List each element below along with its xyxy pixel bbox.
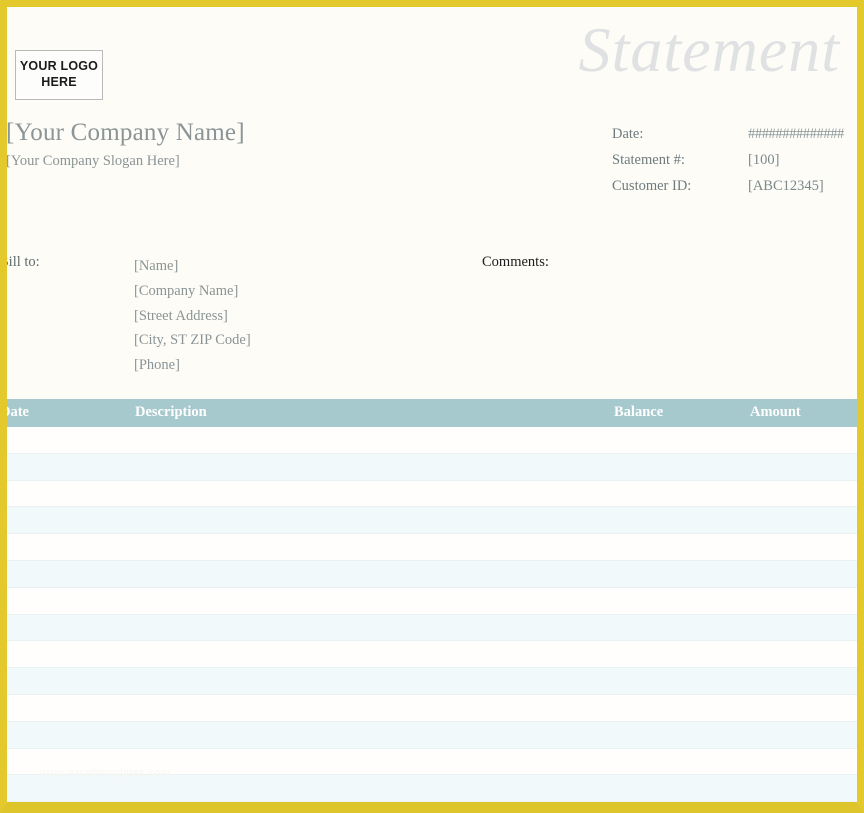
statement-page: Statement YOUR LOGO HERE [Your Company N… [0, 0, 864, 813]
table-row[interactable] [7, 427, 857, 454]
logo-placeholder[interactable]: YOUR LOGO HERE [15, 50, 103, 100]
table-row[interactable] [7, 641, 857, 669]
table-row[interactable] [7, 614, 857, 642]
bill-to-address[interactable]: [Name] [Company Name] [Street Address] [… [134, 254, 251, 378]
meta-value-customer-id[interactable]: [ABC12345] [748, 178, 844, 204]
column-header-balance: Balance [614, 404, 664, 420]
bill-to-line-phone[interactable]: [Phone] [134, 353, 251, 378]
bill-to-line-city-state-zip[interactable]: [City, ST ZIP Code] [134, 328, 251, 353]
page-title: Statement [578, 14, 840, 85]
table-row[interactable] [7, 721, 857, 749]
column-header-description: Description [135, 404, 207, 420]
meta-row-date: Date: ############## [612, 126, 844, 152]
meta-value-statement-number[interactable]: [100] [748, 152, 844, 178]
table-body [7, 427, 857, 802]
logo-line-1: YOUR LOGO [19, 59, 99, 74]
statement-sheet: Statement YOUR LOGO HERE [Your Company N… [0, 7, 857, 802]
meta-label-date: Date: [612, 126, 644, 142]
table-row[interactable] [7, 775, 857, 802]
watermark: www.exceltemplates.com [40, 767, 171, 779]
meta-label-customer-id: Customer ID: [612, 178, 692, 194]
table-row[interactable] [7, 507, 857, 535]
statement-table: Date Description Balance Amount [0, 399, 857, 802]
column-header-date: Date [0, 404, 29, 420]
table-row[interactable] [7, 453, 857, 481]
table-row[interactable] [7, 694, 857, 722]
bill-to-label: Bill to: [0, 254, 40, 270]
statement-meta: Date: ############## Statement #: [100] … [612, 126, 844, 204]
meta-label-statement-number: Statement #: [612, 152, 685, 168]
company-name[interactable]: [Your Company Name] [7, 119, 245, 147]
bill-to-line-street[interactable]: [Street Address] [134, 304, 251, 329]
table-row[interactable] [7, 480, 857, 508]
company-slogan[interactable]: [Your Company Slogan Here] [7, 153, 180, 170]
table-row[interactable] [7, 668, 857, 695]
bill-to-line-name[interactable]: [Name] [134, 254, 251, 279]
meta-row-statement-number: Statement #: [100] [612, 152, 844, 178]
logo-line-2: HERE [41, 75, 77, 89]
bill-to-line-company[interactable]: [Company Name] [134, 279, 251, 304]
table-header-row: Date Description Balance Amount [0, 399, 857, 427]
table-row[interactable] [7, 534, 857, 561]
column-header-amount: Amount [750, 404, 801, 420]
meta-row-customer-id: Customer ID: [ABC12345] [612, 178, 844, 204]
table-row[interactable] [7, 587, 857, 615]
meta-value-date[interactable]: ############## [748, 126, 844, 152]
comments-label: Comments: [482, 254, 549, 270]
table-row[interactable] [7, 560, 857, 588]
